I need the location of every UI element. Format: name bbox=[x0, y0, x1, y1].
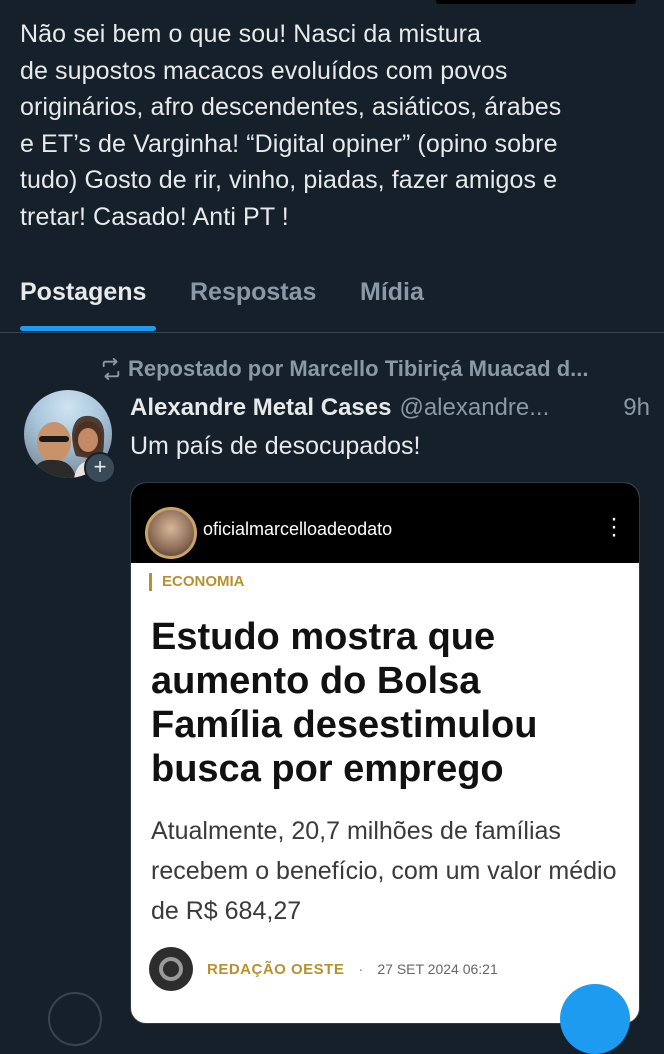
source-name: REDAÇÃO OESTE bbox=[207, 960, 345, 978]
article-headline: Estudo mostra que aumento do Bolsa Famíl… bbox=[151, 616, 538, 790]
instagram-header: oficialmarcelloadeodato · · · bbox=[131, 483, 639, 563]
instagram-avatar bbox=[145, 507, 197, 559]
source-separator: · bbox=[358, 960, 364, 978]
tab-postagens[interactable]: Postagens bbox=[20, 278, 146, 307]
source-logo-icon bbox=[149, 947, 193, 991]
tweet-author-name[interactable]: Alexandre Metal Cases bbox=[130, 394, 391, 422]
tweet-timestamp[interactable]: 9h bbox=[613, 394, 650, 422]
article-section-tag: ECONOMIA bbox=[149, 573, 245, 591]
article-subtitle: Atualmente, 20,7 milhões de famílias rec… bbox=[151, 817, 617, 925]
next-avatar-partial bbox=[48, 992, 102, 1046]
tweet-author-handle[interactable]: @alexandre... bbox=[399, 394, 549, 422]
tab-respostas[interactable]: Respostas bbox=[190, 278, 316, 307]
tweet-media-image[interactable]: oficialmarcelloadeodato · · · ECONOMIA Est… bbox=[130, 482, 640, 1024]
vertical-dots-icon: · · · bbox=[610, 505, 618, 548]
profile-bio: Não sei bem o que sou! Nasci da mistura … bbox=[20, 20, 562, 231]
article-source-row: REDAÇÃO OESTE · 27 SET 2024 06:21 bbox=[149, 947, 498, 991]
profile-tabs: Postagens Respostas Mídia bbox=[0, 262, 664, 333]
source-date: 27 SET 2024 06:21 bbox=[377, 961, 498, 977]
status-bar-notch bbox=[436, 0, 636, 4]
repost-attribution[interactable]: Repostado por Marcello Tibiriçá Muacad d… bbox=[100, 356, 660, 382]
instagram-username: oficialmarcelloadeodato bbox=[203, 519, 393, 539]
repost-icon bbox=[102, 358, 120, 380]
tab-midia[interactable]: Mídia bbox=[360, 278, 424, 307]
tweet-text: Um país de desocupados! bbox=[130, 432, 421, 460]
compose-button[interactable] bbox=[560, 984, 630, 1054]
active-tab-indicator bbox=[20, 326, 156, 331]
tweet-header: Alexandre Metal Cases @alexandre... 9h bbox=[130, 394, 650, 422]
follow-plus-icon[interactable]: + bbox=[84, 452, 116, 484]
repost-label: Repostado por Marcello Tibiriçá Muacad d… bbox=[128, 356, 589, 381]
